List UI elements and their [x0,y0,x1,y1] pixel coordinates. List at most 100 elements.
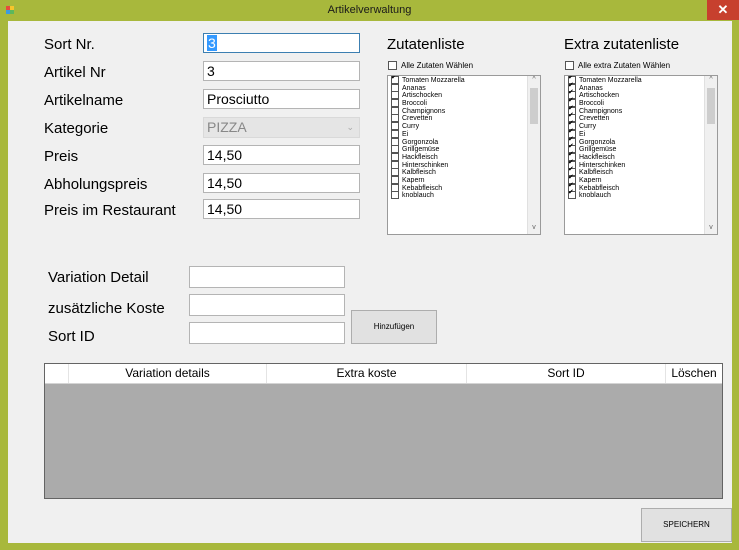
zusaetzliche-koste-input[interactable] [189,294,345,316]
extra-zutat-item-label: knoblauch [579,192,611,200]
extra-zutat-item[interactable]: Ananas [565,82,717,92]
extra-zutat-item[interactable]: Kalbfleisch [565,166,717,177]
abholungspreis-input[interactable]: 14,50 [203,173,360,193]
sort-nr-value: 3 [207,35,217,51]
zutat-item[interactable]: Hinterschinken [388,160,540,169]
checkbox-box[interactable] [568,189,576,200]
window-title: Artikelverwaltung [327,4,412,16]
zutat-item[interactable]: knoblauch [388,191,540,200]
preis-input[interactable]: 14,50 [203,145,360,165]
zutat-item[interactable]: Ei [388,129,540,138]
alle-extra-zutaten-label: Alle extra Zutaten Wählen [578,61,671,70]
column-header-extra-koste[interactable]: Extra koste [267,364,467,383]
column-header-sort-id[interactable]: Sort ID [467,364,666,383]
variation-detail-input[interactable] [189,266,345,288]
table-header: Variation details Extra koste Sort ID Lö… [45,364,722,384]
zusaetzliche-koste-label: zusätzliche Koste [48,300,165,317]
chevron-down-icon[interactable]: v [705,224,717,234]
zutat-item[interactable]: Hackfleisch [388,152,540,161]
kategorie-label: Kategorie [44,120,109,137]
extra-zutat-item[interactable]: Gorgonzola [565,136,717,146]
extra-zutat-item[interactable]: Tomaten Mozzarella [565,76,717,84]
extra-zutat-item[interactable]: knoblauch [565,189,717,200]
chevron-up-icon[interactable]: ^ [705,76,717,86]
zutat-item-label: knoblauch [402,192,434,200]
zutat-item[interactable]: Champignons [388,106,540,115]
zutat-item[interactable]: Gorgonzola [388,137,540,146]
zutat-item[interactable]: Grillgemüse [388,145,540,154]
zutat-item[interactable]: Crevetten [388,114,540,123]
extra-zutat-item-label: Grillgemüse [579,146,617,154]
extra-zutat-item[interactable]: Artischocken [565,89,717,100]
extra-zutaten-scrollbar[interactable]: ^ v [704,76,717,234]
zutat-item-label: Hackfleisch [402,153,438,161]
zutat-item-label: Broccoli [402,99,427,107]
alle-extra-zutaten-checkbox[interactable]: Alle extra Zutaten Wählen [565,61,671,71]
checkbox-box[interactable] [388,61,397,71]
zutat-item[interactable]: Broccoli [388,99,540,108]
checkbox-box[interactable] [565,61,574,71]
zutat-item[interactable]: Ananas [388,83,540,92]
scroll-thumb[interactable] [530,88,538,124]
artikelname-label: Artikelname [44,92,124,109]
artikel-nr-input[interactable]: 3 [203,61,360,81]
zutat-item-label: Curry [402,122,420,130]
zutat-item[interactable]: Tomaten Mozzarella [388,76,540,84]
column-header-loeschen[interactable]: Löschen [666,364,722,383]
kategorie-value: PIZZA [207,119,247,135]
sort-id-input[interactable] [189,322,345,344]
extra-zutaten-checklist[interactable]: Tomaten MozzarellaAnanasArtischockenBroc… [564,75,718,235]
chevron-down-icon[interactable]: v [528,224,540,234]
row-header-column [45,364,69,383]
chevron-down-icon: ⌄ [346,122,354,132]
abholungspreis-label: Abholungspreis [44,176,148,193]
zutat-item-label: Kapern [402,176,425,184]
extra-zutat-item[interactable]: Grillgemüse [565,143,717,154]
form-client-area: Sort Nr. 3 Artikel Nr 3 Artikelname Pros… [8,21,732,543]
checkbox-box[interactable] [391,191,399,200]
extra-zutat-item-label: Kapern [579,176,602,184]
zutat-item[interactable]: Kalbfleisch [388,168,540,177]
title-bar[interactable]: Artikelverwaltung ✕ [0,0,739,21]
extra-zutat-item-label: Curry [579,122,597,130]
extra-zutat-item[interactable]: Kebabfleisch [565,182,717,192]
zutat-item-label: Tomaten Mozzarella [402,76,465,84]
chevron-up-icon[interactable]: ^ [528,76,540,86]
extra-zutat-item[interactable]: Crevetten [565,112,717,123]
sort-id-label: Sort ID [48,328,95,345]
alle-zutaten-label: Alle Zutaten Wählen [401,61,474,70]
zutaten-scrollbar[interactable]: ^ v [527,76,540,234]
zutat-item[interactable]: Curry [388,122,540,131]
kategorie-select[interactable]: PIZZA ⌄ [203,117,360,138]
zutat-item[interactable]: Kapern [388,175,540,184]
preis-restaurant-input[interactable]: 14,50 [203,199,360,219]
extra-zutat-item-label: Tomaten Mozzarella [579,76,642,84]
scroll-thumb[interactable] [707,88,715,124]
extra-zutat-item[interactable]: Kapern [565,174,717,184]
zutat-item[interactable]: Kebabfleisch [388,183,540,192]
artikelname-input[interactable]: Prosciutto [203,89,360,109]
preis-label: Preis [44,148,79,165]
extra-zutat-item[interactable]: Broccoli [565,97,717,108]
extra-zutat-item[interactable]: Curry [565,120,717,131]
close-icon[interactable]: ✕ [707,0,739,20]
column-header-variation-details[interactable]: Variation details [69,364,267,383]
variation-table[interactable]: Variation details Extra koste Sort ID Lö… [44,363,723,499]
hinzufuegen-button[interactable]: Hinzufügen [351,310,437,344]
zutat-item-label: Ei [402,130,409,138]
zutatenliste-heading: Zutatenliste [387,36,465,53]
variation-detail-label: Variation Detail [48,269,149,286]
zutaten-checklist[interactable]: Tomaten MozzarellaAnanasArtischockenBroc… [387,75,541,235]
speichern-button[interactable]: SPEICHERN [641,508,732,542]
zutat-item[interactable]: Artischocken [388,91,540,100]
alle-zutaten-checkbox[interactable]: Alle Zutaten Wählen [388,61,474,71]
sort-nr-input[interactable]: 3 [203,33,360,53]
zutat-item-label: Grillgemüse [402,146,440,154]
extra-zutat-item[interactable]: Ei [565,128,717,138]
preis-restaurant-label: Preis im Restaurant [44,202,176,219]
extra-zutat-item[interactable]: Hackfleisch [565,151,717,161]
extra-zutatenliste-heading: Extra zutatenliste [564,36,680,53]
artikel-nr-label: Artikel Nr [44,64,106,81]
extra-zutat-item[interactable]: Hinterschinken [565,159,717,169]
extra-zutat-item[interactable]: Champignons [565,105,717,115]
